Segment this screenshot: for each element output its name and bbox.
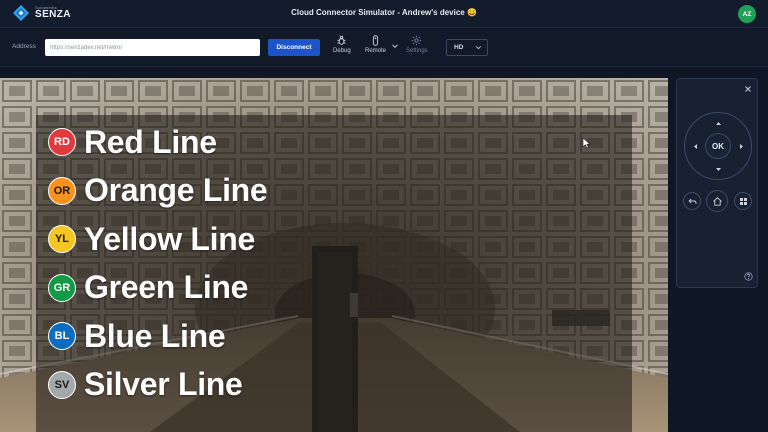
remote-label: Remote	[365, 48, 387, 54]
chevron-down-icon[interactable]	[391, 42, 399, 50]
settings-label: Settings	[406, 48, 428, 54]
help-icon[interactable]	[744, 272, 753, 281]
line-item: YL Yellow Line	[48, 215, 267, 264]
gear-icon	[412, 35, 422, 46]
debug-button[interactable]: Debug	[333, 35, 351, 54]
line-item: BL Blue Line	[48, 312, 267, 361]
apps-button[interactable]	[734, 192, 752, 210]
home-icon	[712, 196, 722, 206]
arrow-up-icon[interactable]	[715, 120, 722, 127]
bug-icon	[337, 35, 347, 45]
close-icon[interactable]	[744, 85, 752, 93]
settings-button[interactable]: Settings	[406, 35, 428, 54]
mouse-cursor-icon	[582, 137, 591, 149]
user-avatar[interactable]: AZ	[738, 5, 756, 23]
line-badge: OR	[48, 176, 76, 205]
dpad: OK	[684, 112, 752, 180]
toolbar: Address Disconnect Debug Remote Settings…	[0, 29, 768, 67]
debug-label: Debug	[333, 48, 351, 54]
resolution-value: HD	[454, 44, 464, 51]
line-item: OR Orange Line	[48, 167, 268, 216]
grid-icon	[739, 197, 747, 205]
arrow-right-icon[interactable]	[738, 143, 745, 150]
line-name: Green Line	[84, 269, 249, 306]
title-bar: Synamedia SENZA Cloud Connector Simulato…	[0, 0, 768, 28]
ok-button[interactable]: OK	[705, 133, 731, 159]
line-badge: SV	[48, 370, 76, 399]
remote-icon	[372, 35, 379, 46]
address-input[interactable]	[45, 39, 260, 56]
line-badge: YL	[48, 225, 76, 254]
arrow-left-icon[interactable]	[692, 143, 699, 150]
line-name: Silver Line	[84, 366, 243, 403]
line-badge: RD	[48, 128, 76, 157]
address-label: Address	[12, 43, 36, 50]
line-name: Yellow Line	[84, 220, 255, 257]
line-badge: BL	[48, 322, 76, 351]
resolution-select[interactable]: HD	[446, 39, 488, 56]
line-item: SV Silver Line	[48, 361, 267, 410]
line-item: RD Red Line	[48, 118, 267, 167]
metro-line-list: RD Red Line OR Orange Line YL Yellow Line GR Gr…	[48, 118, 268, 410]
line-badge: GR	[48, 273, 76, 302]
arrow-down-icon[interactable]	[715, 166, 722, 173]
disconnect-button[interactable]: Disconnect	[268, 39, 320, 56]
remote-control-panel: OK	[676, 78, 758, 288]
line-item: GR Green Line	[48, 264, 267, 313]
device-screen[interactable]: RD Red Line OR Orange Line YL Yellow Line GR Gr…	[0, 78, 668, 432]
line-name: Red Line	[84, 123, 217, 160]
window-title: Cloud Connector Simulator - Andrew's dev…	[291, 8, 477, 17]
chevron-down-icon	[476, 46, 481, 50]
remote-button[interactable]: Remote	[365, 35, 386, 54]
back-button[interactable]	[683, 192, 701, 210]
line-name: Orange Line	[84, 172, 268, 209]
back-icon	[688, 198, 696, 204]
home-button[interactable]	[706, 190, 728, 212]
line-name: Blue Line	[84, 317, 226, 354]
